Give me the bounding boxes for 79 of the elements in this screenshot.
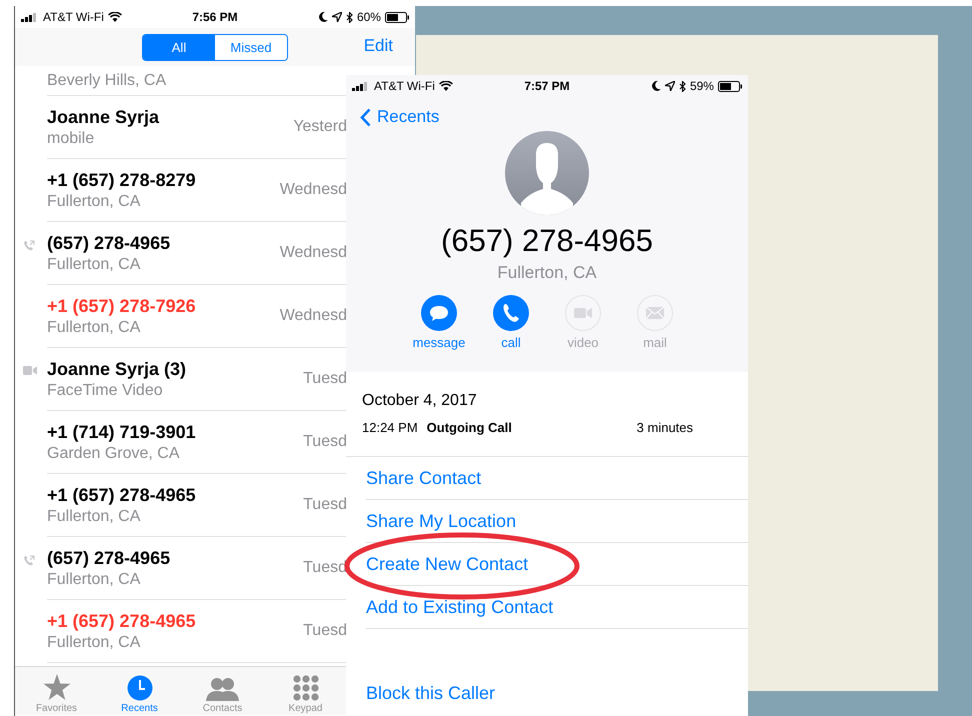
- edit-button[interactable]: Edit: [362, 34, 395, 58]
- call-time: Tuesd: [303, 496, 347, 514]
- call-type: Outgoing Call: [426, 420, 513, 435]
- battery-icon: [384, 12, 409, 22]
- call-subtitle: Beverly Hills, CA: [47, 72, 166, 90]
- call-subtitle: Fullerton, CA: [47, 508, 142, 526]
- status-time: 7:57 PM: [524, 79, 570, 93]
- block-caller-button[interactable]: Block this Caller: [366, 683, 496, 704]
- caller-name[interactable]: (657) 278-4965: [47, 548, 170, 568]
- call-action-button[interactable]: call: [481, 295, 541, 350]
- call-icon: [493, 295, 529, 331]
- call-time: Wednesd: [280, 307, 347, 325]
- call-duration: 3 minutes: [636, 420, 694, 435]
- battery-percent: 60%: [356, 10, 381, 24]
- outgoing-call-icon: [23, 240, 35, 252]
- caller-name[interactable]: +1 (657) 278-8279: [47, 170, 196, 190]
- tab-item[interactable]: Keypad: [264, 667, 347, 715]
- carrier-name: AT&T Wi-Fi: [43, 10, 104, 24]
- caller-name[interactable]: +1 (714) 719-3901: [47, 422, 196, 442]
- moon-icon: [318, 12, 328, 22]
- number-location: Fullerton, CA: [497, 263, 597, 283]
- caller-name[interactable]: (657) 278-4965: [47, 232, 170, 254]
- caller-name[interactable]: +1 (657) 278-4965: [47, 484, 196, 506]
- wifi-icon: [108, 12, 122, 22]
- avatar-silhouette-icon: [505, 131, 589, 215]
- battery-icon: [718, 80, 742, 92]
- call-subtitle: Fullerton, CA: [47, 192, 142, 210]
- tab-item[interactable]: Contacts: [181, 667, 264, 715]
- call-subtitle: Fullerton, CA: [47, 318, 142, 336]
- chevron-left-icon: [360, 108, 371, 126]
- call-subtitle: Fullerton, CA: [47, 570, 142, 588]
- location-arrow-icon: [332, 12, 342, 22]
- message-icon: [421, 295, 457, 331]
- battery-percent: 59%: [690, 79, 714, 93]
- star-icon: [42, 674, 70, 701]
- signal-icon: [21, 12, 39, 22]
- phone-number: (657) 278-4965: [441, 223, 653, 259]
- call-subtitle: Garden Grove, CA: [47, 444, 180, 462]
- people-icon: [206, 677, 240, 701]
- moon-icon: [652, 81, 661, 91]
- location-arrow-icon: [664, 81, 675, 91]
- segment-tab[interactable]: Missed: [215, 34, 287, 60]
- call-time: Tuesd: [303, 622, 347, 640]
- bluetooth-icon: [678, 80, 686, 92]
- back-button[interactable]: Recents: [358, 105, 442, 129]
- call-time: Wednesd: [280, 181, 347, 199]
- contact-option-link[interactable]: Share Contact: [366, 457, 748, 500]
- call-time: Tuesd: [303, 433, 347, 451]
- video-icon: [565, 295, 601, 331]
- tab-item[interactable]: Recents: [98, 667, 181, 715]
- call-subtitle: Fullerton, CA: [47, 634, 142, 652]
- tab-item[interactable]: Favorites: [15, 667, 98, 715]
- carrier-name: AT&T Wi-Fi: [374, 79, 435, 93]
- video-camera-icon: [23, 366, 37, 375]
- caller-name[interactable]: +1 (657) 278-7926: [47, 296, 196, 316]
- call-time: 12:24 PM: [362, 420, 418, 435]
- status-time: 7:56 PM: [192, 10, 238, 24]
- call-subtitle: FaceTime Video: [47, 382, 164, 400]
- call-time: Wednesd: [280, 244, 347, 262]
- message-action-button[interactable]: message: [409, 295, 469, 350]
- contact-option-link[interactable]: Create New Contact: [366, 543, 748, 586]
- caller-name[interactable]: Joanne Syrja (3): [47, 358, 186, 380]
- caller-name[interactable]: Joanne Syrja: [47, 106, 160, 128]
- bluetooth-icon: [346, 12, 353, 22]
- wifi-icon: [438, 81, 453, 91]
- signal-icon: [352, 82, 370, 90]
- caller-name[interactable]: +1 (657) 278-4965: [47, 610, 196, 632]
- contact-option-link[interactable]: Add to Existing Contact: [366, 586, 748, 629]
- segment-tab[interactable]: All: [143, 34, 215, 60]
- clock-icon: [126, 675, 152, 701]
- keypad-icon: [292, 675, 318, 701]
- call-subtitle: Fullerton, CA: [47, 256, 142, 274]
- call-time: Yesterd: [293, 118, 347, 136]
- outgoing-call-icon: [23, 555, 35, 567]
- mail-icon: [637, 295, 673, 331]
- call-date: October 4, 2017: [362, 392, 478, 410]
- call-time: Tuesd: [303, 370, 347, 388]
- call-subtitle: mobile: [47, 130, 96, 148]
- contact-option-link[interactable]: Share My Location: [366, 500, 748, 543]
